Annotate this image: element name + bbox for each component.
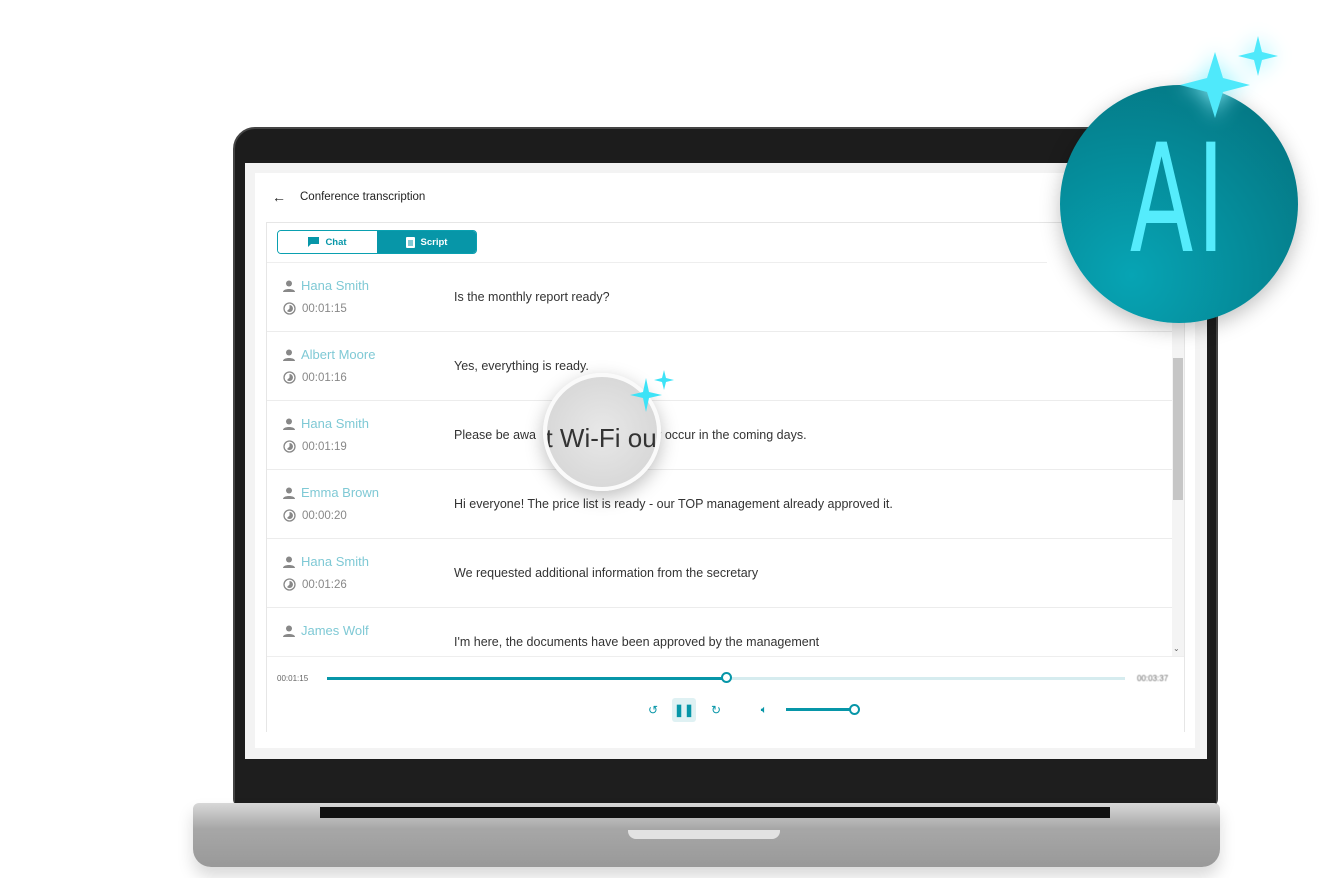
rewind-30-icon[interactable]: ↺ [644, 701, 662, 719]
audio-player [267, 656, 1184, 732]
transcript-row[interactable]: Hana Smith 00:01:19 Please be awa s may occ… [267, 401, 1172, 470]
speaker: Hana Smith [283, 554, 369, 569]
header: ← Conference transcription [272, 189, 425, 205]
timestamp-text: 00:00:20 [302, 509, 347, 522]
timestamp: 00:01:26 [283, 578, 347, 591]
message-text: I'm here, the documents have been approv… [454, 635, 819, 649]
volume-icon[interactable]: 🔈︎ [756, 701, 772, 719]
message-text-main: Is the monthly report ready? [454, 290, 610, 304]
timestamp-text: 00:01:26 [302, 578, 347, 591]
seek-handle[interactable] [721, 672, 732, 683]
message-text-main: I'm here, the documents have been approv… [454, 635, 820, 649]
pause-icon: ❚❚ [673, 703, 695, 717]
timestamp: 00:01:19 [283, 440, 347, 453]
speaker-name: Hana Smith [301, 554, 369, 569]
tab-label: Chat [325, 236, 347, 248]
clock-icon [283, 509, 296, 522]
transcript-row[interactable]: Albert Moore 00:01:16 Yes, everything is r… [267, 332, 1172, 401]
scroll-down-icon[interactable]: ⌄ [1173, 644, 1180, 653]
total-time: 00:03:37 [1137, 674, 1169, 683]
clock-icon [283, 440, 296, 453]
laptop-notch [628, 830, 780, 839]
timestamp: 00:01:16 [283, 371, 347, 384]
speaker-name: Hana Smith [301, 278, 369, 293]
speaker: Hana Smith [283, 416, 369, 431]
clock-icon [283, 302, 296, 315]
arrow-left-icon[interactable]: ← [272, 189, 286, 205]
chat-bubble-icon [308, 237, 320, 247]
clock-icon [283, 578, 296, 591]
person-icon [283, 487, 295, 499]
sparkle-icon [630, 370, 674, 412]
message-text-main: Please be awa [454, 428, 537, 442]
ai-badge-text: AI [1129, 113, 1229, 287]
scrollbar-thumb[interactable] [1173, 358, 1183, 500]
transcript-row[interactable]: James Wolf I'm here, the documents have b… [267, 608, 1172, 656]
volume-slider[interactable] [786, 708, 854, 711]
person-icon [283, 556, 295, 568]
current-time: 00:01:15 [277, 674, 309, 683]
speaker-name: Hana Smith [301, 416, 369, 431]
volume-handle[interactable] [849, 704, 860, 715]
timestamp-text: 00:01:15 [302, 302, 347, 315]
speaker-name: Albert Moore [301, 347, 376, 362]
pause-button[interactable]: ❚❚ [672, 698, 696, 722]
ai-sparkle-icon [1180, 36, 1278, 118]
timestamp-text: 00:01:16 [302, 371, 347, 384]
laptop-bezel [235, 760, 1216, 806]
message-text: Is the monthly report ready? [454, 290, 610, 304]
transcript-row[interactable]: Hana Smith 00:01:15 Is the monthly report … [267, 263, 1172, 332]
speaker: James Wolf [283, 623, 369, 638]
message-text-main: We requested additional information from… [454, 566, 759, 580]
speaker: Albert Moore [283, 347, 375, 362]
page-title: Conference transcription [300, 191, 426, 203]
document-icon [405, 236, 415, 248]
timestamp: 00:01:15 [283, 302, 347, 315]
speaker: Hana Smith [283, 278, 369, 293]
tab-script[interactable]: Script [377, 231, 476, 253]
view-tabs: Chat Script [277, 230, 477, 254]
person-icon [283, 418, 295, 430]
clock-icon [283, 371, 296, 384]
transcript-list: Hana Smith 00:01:15 Is the monthly report … [267, 263, 1172, 656]
message-text: Hi everyone! The price list is ready - o… [454, 497, 893, 511]
tab-label: Script [420, 236, 448, 248]
speaker-name: James Wolf [301, 623, 369, 638]
message-text-main: Yes, everything is ready. [454, 359, 589, 373]
forward-30-icon[interactable]: ↻ [707, 701, 725, 719]
laptop-hinge [320, 807, 1110, 818]
tab-chat[interactable]: Chat [278, 231, 377, 253]
speaker-name: Emma Brown [301, 485, 380, 500]
magnified-text: at Wi-Fi ou [543, 423, 657, 453]
message-text: Yes, everything is ready. [454, 359, 589, 373]
timestamp: 00:00:20 [283, 509, 347, 522]
transcript-row[interactable]: Hana Smith 00:01:26 We requested additiona… [267, 539, 1172, 608]
person-icon [283, 280, 295, 292]
timestamp-text: 00:01:19 [302, 440, 347, 453]
transcript-row[interactable]: Emma Brown 00:00:20 Hi everyone! The price… [267, 470, 1172, 539]
seek-bar-progress [327, 677, 726, 680]
message-text: We requested additional information from… [454, 566, 758, 580]
message-text-main: Hi everyone! The price list is ready - o… [454, 497, 893, 511]
person-icon [283, 625, 295, 637]
speaker: Emma Brown [283, 485, 379, 500]
person-icon [283, 349, 295, 361]
